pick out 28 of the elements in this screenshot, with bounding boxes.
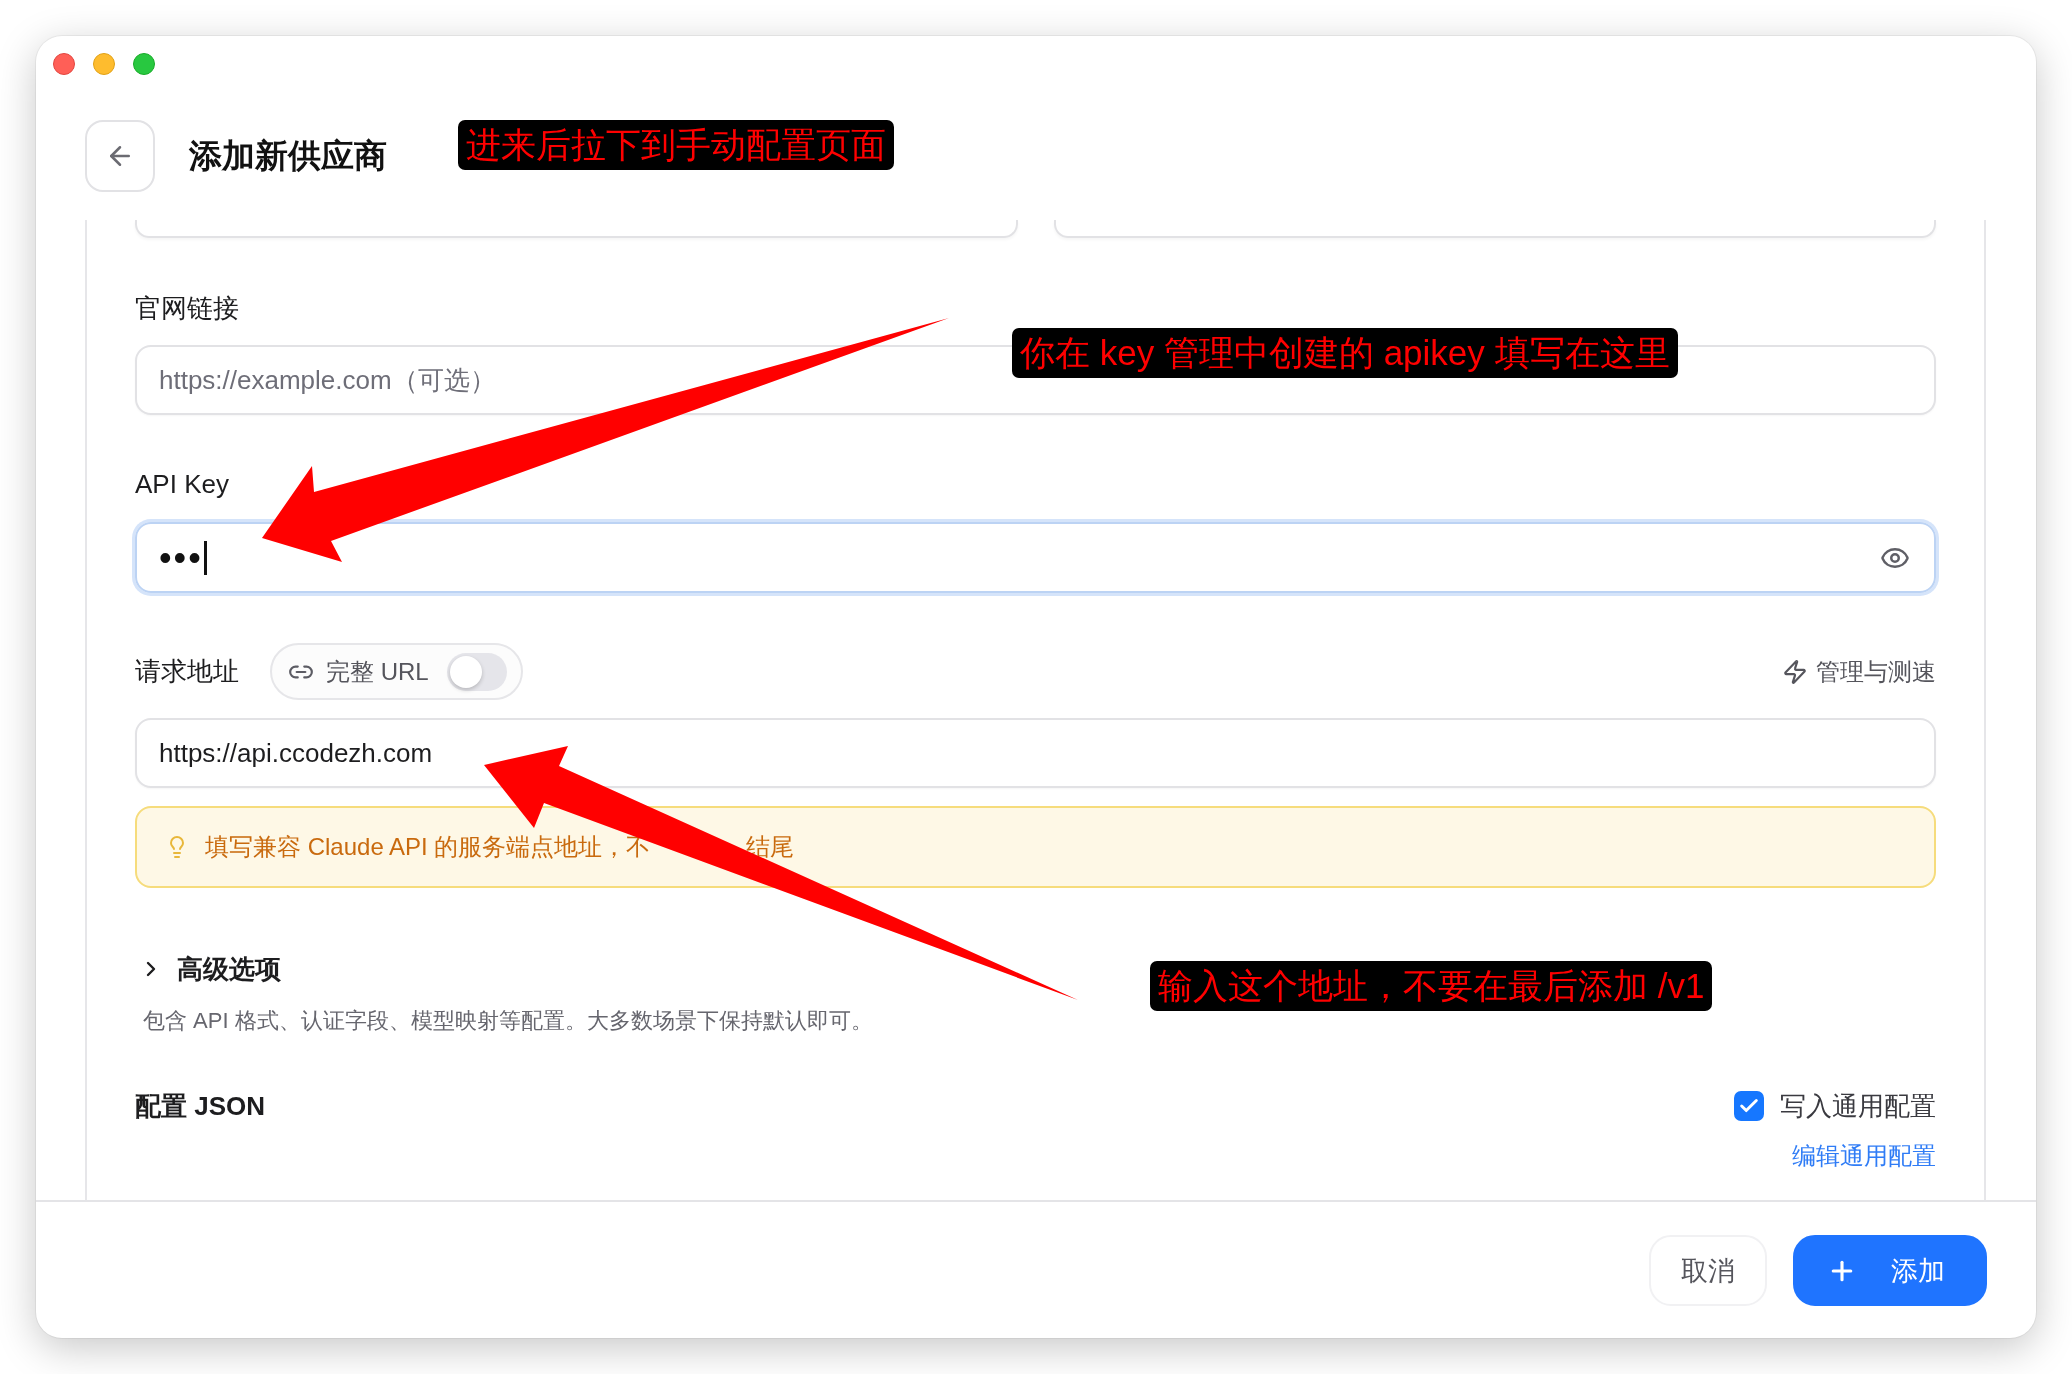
toggle-switch[interactable]	[446, 652, 507, 691]
lightning-icon	[1782, 658, 1808, 685]
maximize-icon[interactable]	[133, 53, 155, 75]
api-key-input[interactable]: •••	[135, 522, 1936, 593]
annotation-note: 输入这个地址，不要在最后添加 /v1	[1150, 961, 1713, 1011]
field-label: API Key	[135, 468, 229, 501]
annotation-note: 进来后拉下到手动配置页面	[458, 120, 894, 170]
text-cursor-icon	[203, 540, 207, 575]
add-button[interactable]: 添加	[1793, 1235, 1987, 1306]
back-button[interactable]	[85, 120, 155, 192]
annotation-note: 你在 key 管理中创建的 apikey 填写在这里	[1012, 328, 1678, 378]
checkbox[interactable]	[1734, 1091, 1764, 1121]
advanced-options-toggle[interactable]: 高级选项	[135, 951, 281, 987]
field-label: 请求地址	[135, 655, 239, 688]
toggle-label: 完整 URL	[326, 656, 429, 687]
input-field[interactable]	[1053, 220, 1936, 238]
cancel-button[interactable]: 取消	[1649, 1235, 1767, 1306]
page-title: 添加新供应商	[189, 135, 387, 176]
edit-common-config-link[interactable]: 编辑通用配置	[1792, 1140, 1936, 1172]
speed-test-button[interactable]: 管理与测速	[1782, 655, 1936, 688]
input-field[interactable]	[135, 220, 1018, 238]
checkbox-label: 写入通用配置	[1780, 1089, 1936, 1123]
field-label: 官网链接	[135, 292, 239, 325]
close-icon[interactable]	[53, 53, 75, 75]
minimize-icon[interactable]	[93, 53, 115, 75]
base-url-input[interactable]: https://api.ccodezh.com	[135, 718, 1936, 788]
advanced-description: 包含 API 格式、认证字段、模型映射等配置。大多数场景下保持默认即可。	[143, 1007, 874, 1035]
section-label: 配置 JSON	[135, 1089, 266, 1123]
